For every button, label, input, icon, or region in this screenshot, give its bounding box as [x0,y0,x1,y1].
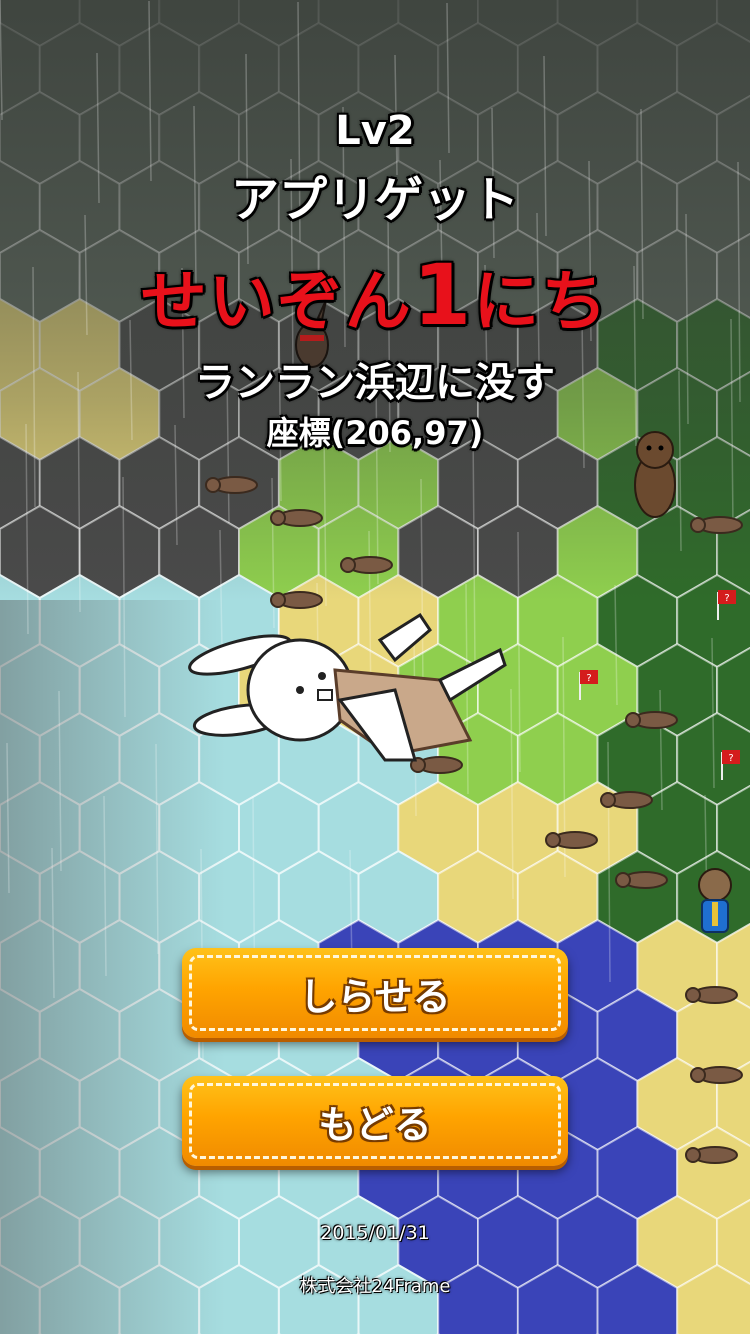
bear-blue-suit-icon [698,868,732,933]
fallen-creature-icon [205,476,258,494]
svg-text:?: ? [728,753,733,764]
fallen-creature-icon [340,556,393,574]
svg-text:?: ? [586,673,591,684]
fallen-creature-icon [685,1146,738,1164]
fallen-creature-icon [685,986,738,1004]
notify-button-label: しらせる [299,974,451,1019]
back-button[interactable]: もどる [182,1076,568,1166]
fallen-creature-icon [690,516,743,534]
fallen-creature-icon [270,591,323,609]
brown-bear-icon [634,431,676,518]
fallen-creature-icon [545,831,598,849]
fallen-creature-icon [410,756,463,774]
fallen-creature-icon [690,1066,743,1084]
notify-button[interactable]: しらせる [182,948,568,1038]
fallen-creature-icon [625,711,678,729]
back-button-label: もどる [318,1102,432,1147]
svg-text:?: ? [724,593,729,604]
fallen-creature-icon [270,509,323,527]
fallen-creature-icon [600,791,653,809]
fallen-creature-icon [615,871,668,889]
